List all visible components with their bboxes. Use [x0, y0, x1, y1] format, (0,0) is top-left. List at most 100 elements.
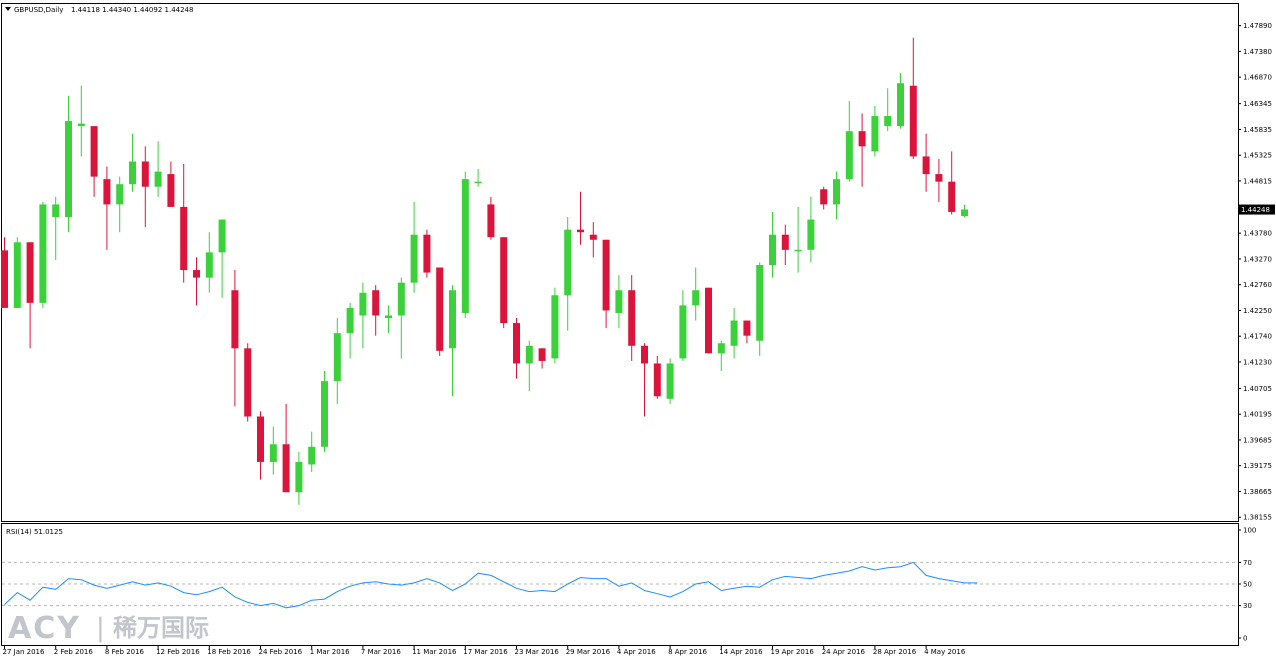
candle-body [897, 83, 904, 127]
price-tick-label: 1.41230 [1243, 358, 1272, 366]
candle-body [666, 363, 674, 399]
candle-body [346, 307, 354, 334]
rsi-tick-label: 100 [1243, 527, 1256, 535]
watermark-separator: | [96, 613, 105, 643]
candle-body [653, 363, 661, 397]
candle-body [615, 290, 623, 313]
rsi-axis: 100 70 50 30 0 [1238, 527, 1256, 643]
time-tick-label: 7 Mar 2016 [361, 648, 401, 656]
candle-body [129, 161, 136, 185]
rsi-tick-label: 0 [1243, 635, 1247, 643]
time-tick-label: 19 Apr 2016 [771, 648, 815, 656]
time-tick-label: 17 Mar 2016 [463, 648, 508, 656]
candle-body [641, 345, 648, 364]
candle-body [602, 239, 610, 311]
price-tick-label: 1.44815 [1243, 177, 1272, 185]
candle-body [244, 348, 252, 417]
chart-root: 1.47890 1.47380 1.46870 1.46345 1.45835 1.453… [0, 0, 1276, 662]
candle-body [436, 267, 444, 351]
time-tick-label: 2 Feb 2016 [54, 648, 94, 656]
price-tick-label: 1.45835 [1243, 126, 1272, 134]
price-tick-label: 1.39685 [1243, 436, 1272, 444]
candle-body [205, 252, 213, 278]
candle-body [423, 234, 431, 273]
candle-body [397, 282, 405, 316]
candle-body [154, 171, 162, 187]
candle-body [449, 290, 456, 349]
candle-body [730, 320, 738, 346]
candle-body [167, 174, 175, 207]
candle-body [692, 290, 700, 306]
candle-body [295, 461, 303, 493]
candle-body [628, 290, 636, 346]
candle [244, 343, 252, 422]
candle-body [193, 270, 200, 278]
candle [423, 229, 431, 278]
candle [551, 287, 559, 364]
candle [500, 237, 508, 329]
price-tick-label: 1.39175 [1243, 462, 1272, 470]
watermark-chinese: 稀万国际 [113, 614, 209, 642]
rsi-tick-label: 30 [1243, 602, 1252, 610]
candle-body [935, 174, 943, 182]
candle-body [948, 181, 956, 212]
rsi-label: RSI(14) 51.0125 [6, 528, 63, 536]
price-tick-label: 1.46345 [1243, 100, 1272, 108]
candle-body [756, 264, 764, 341]
candle-body [833, 179, 840, 205]
candle-body [500, 237, 508, 324]
candle-body [845, 131, 853, 180]
candle-body [858, 131, 866, 147]
candle-body [231, 290, 239, 349]
rsi-tick-label: 70 [1243, 559, 1252, 567]
ohlc-label: 1.44118 1.44340 1.44092 1.44248 [71, 6, 193, 14]
price-tick-label: 1.38665 [1243, 488, 1272, 496]
candle-body [589, 234, 597, 240]
candle-body [372, 290, 380, 316]
candle-body [884, 116, 892, 127]
candle-body [103, 179, 111, 205]
time-tick-label: 29 Mar 2016 [566, 648, 611, 656]
candle-body [781, 234, 789, 250]
candle-body [333, 333, 341, 382]
time-tick-label: 11 Mar 2016 [412, 648, 457, 656]
candle [13, 237, 21, 308]
candle-body [807, 219, 815, 250]
time-tick-label: 27 Jan 2016 [3, 648, 46, 656]
candle-body [116, 184, 124, 205]
time-tick-label: 4 Apr 2016 [617, 648, 656, 656]
price-tick-label: 1.47890 [1243, 22, 1272, 30]
price-tick-label: 1.41740 [1243, 333, 1272, 341]
price-tick-label: 1.40705 [1243, 385, 1272, 393]
time-tick-label: 1 Mar 2016 [310, 648, 350, 656]
price-tick-label: 1.46870 [1243, 74, 1272, 82]
time-tick-label: 28 Apr 2016 [873, 648, 917, 656]
candle-body [679, 305, 687, 359]
chart-svg: 1.47890 1.47380 1.46870 1.46345 1.45835 1.453… [1, 3, 1275, 656]
time-tick-label: 14 Apr 2016 [719, 648, 763, 656]
candle-body [282, 444, 290, 493]
candle-body [26, 242, 34, 303]
price-tick-label: 1.43270 [1243, 255, 1272, 263]
candle-body [461, 179, 469, 313]
candle [666, 358, 674, 404]
candle-body [474, 181, 482, 184]
candle-body [705, 287, 712, 354]
candle [436, 267, 444, 356]
symbol-label: GBPUSD,Daily [14, 6, 63, 14]
candle-body [717, 343, 725, 354]
time-tick-label: 4 May 2016 [924, 648, 966, 656]
price-tick-label: 1.40195 [1243, 411, 1272, 419]
time-tick-label: 23 Mar 2016 [515, 648, 560, 656]
candle [39, 201, 47, 308]
candle-body [794, 249, 802, 252]
candle-body [52, 204, 60, 218]
candle-body [218, 219, 226, 253]
time-tick-label: 18 Feb 2016 [207, 648, 251, 656]
candle-body [577, 229, 584, 233]
candle-body [180, 206, 188, 271]
candle-body [961, 209, 968, 217]
time-tick-label: 8 Feb 2016 [105, 648, 145, 656]
candle-body [90, 126, 98, 177]
candle-body [1, 250, 8, 308]
